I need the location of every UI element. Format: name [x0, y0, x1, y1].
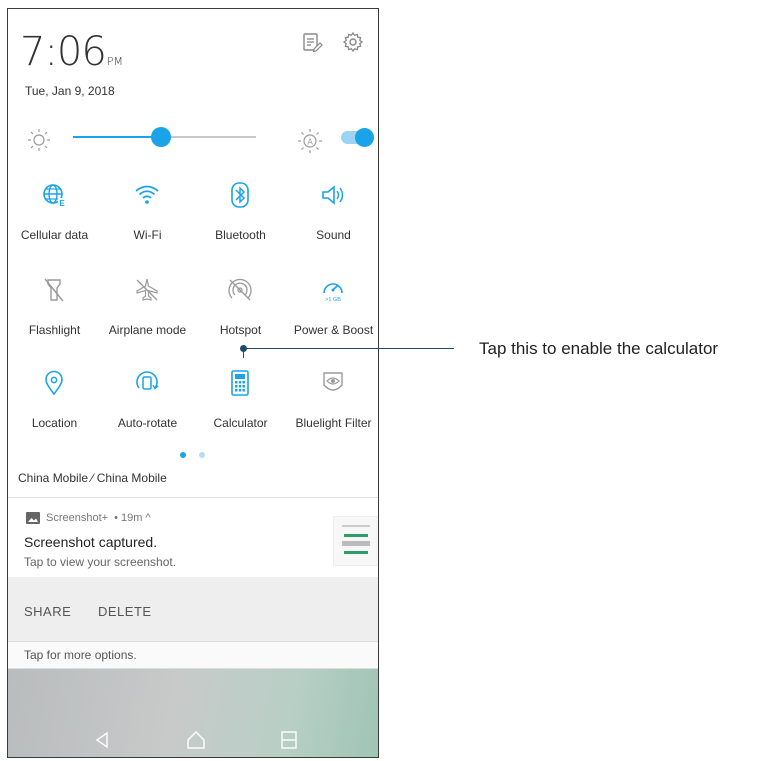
auto-brightness-icon: A: [298, 129, 322, 153]
location-icon: [45, 370, 63, 396]
svg-text:A: A: [307, 138, 313, 147]
callout-text: Tap this to enable the calculator: [479, 339, 719, 358]
calculator-icon: [231, 370, 249, 396]
tile-label: Power & Boost: [293, 323, 374, 337]
carrier-label: China Mobile ⁄ China Mobile: [18, 471, 167, 485]
settings-gear-icon[interactable]: [342, 31, 364, 53]
page-indicator[interactable]: [199, 452, 205, 458]
bluetooth-icon: [231, 182, 249, 208]
flashlight-icon: [44, 278, 64, 302]
tile-bluelight-filter[interactable]: Bluelight Filter: [287, 370, 378, 460]
clock: 7:06PM: [20, 29, 123, 75]
back-icon[interactable]: [92, 729, 114, 751]
tile-label: Hotspot: [219, 323, 262, 337]
tile-wifi[interactable]: Wi-Fi: [101, 182, 194, 272]
tile-flashlight[interactable]: Flashlight: [8, 277, 101, 367]
notification-app-name: Screenshot+: [46, 512, 109, 524]
image-icon: [26, 512, 40, 524]
notification-age: • 19m ^: [114, 512, 151, 524]
cellular-data-icon: E: [43, 184, 66, 208]
tile-label: Sound: [316, 228, 351, 242]
home-icon[interactable]: [185, 729, 207, 751]
hotspot-icon: [228, 278, 252, 301]
svg-text:>1 GB: >1 GB: [325, 297, 341, 303]
navigation-bar: [8, 669, 378, 757]
screenshot-thumbnail[interactable]: [333, 516, 378, 566]
share-button[interactable]: SHARE: [24, 604, 71, 619]
tile-calculator[interactable]: Calculator: [194, 370, 287, 460]
wifi-icon: [135, 185, 159, 204]
recents-icon[interactable]: [278, 729, 300, 751]
auto-rotate-icon: [136, 371, 159, 390]
tile-label: Cellular data: [20, 228, 89, 242]
bluelight-filter-icon: [323, 372, 343, 391]
tile-power-boost[interactable]: >1 GB Power & Boost: [287, 277, 378, 367]
tile-label: Auto-rotate: [117, 416, 178, 430]
brightness-slider[interactable]: [73, 127, 256, 147]
toggle-knob: [355, 128, 374, 147]
callout-line: [243, 348, 454, 349]
thumbnail-preview-icon: [342, 525, 370, 554]
divider: [8, 497, 378, 498]
date: Tue, Jan 9, 2018: [25, 84, 115, 98]
tile-bluetooth[interactable]: Bluetooth: [194, 182, 287, 272]
tile-label: Calculator: [213, 416, 268, 430]
notification-text: Tap to view your screenshot.: [24, 555, 177, 569]
notification-actions: SHARE DELETE: [8, 577, 378, 641]
svg-text:E: E: [59, 199, 65, 208]
tile-auto-rotate[interactable]: Auto-rotate: [101, 370, 194, 460]
brightness-slider-fill: [73, 136, 161, 138]
tile-airplane-mode[interactable]: Airplane mode: [101, 277, 194, 367]
tile-label: Flashlight: [28, 323, 81, 337]
more-options-bar[interactable]: Tap for more options.: [8, 641, 378, 669]
tile-sound[interactable]: Sound: [287, 182, 378, 272]
airplane-icon: [136, 278, 158, 301]
tile-label: Airplane mode: [108, 323, 187, 337]
tile-label: Location: [31, 416, 78, 430]
delete-button[interactable]: DELETE: [98, 604, 152, 619]
notification-header[interactable]: Screenshot+ • 19m ^: [26, 512, 151, 524]
brightness-icon: [28, 129, 50, 151]
edit-tiles-icon[interactable]: [301, 31, 323, 53]
clock-ampm: PM: [106, 55, 123, 68]
more-options-text: Tap for more options.: [24, 648, 137, 662]
tile-cellular-data[interactable]: E Cellular data: [8, 182, 101, 272]
tile-label: Bluelight Filter: [295, 416, 372, 430]
tile-label: Wi-Fi: [133, 228, 162, 242]
notification-title: Screenshot captured.: [24, 534, 158, 550]
page-indicator-active: [180, 452, 186, 458]
callout-anchor-dot: [240, 345, 247, 352]
clock-time: 7:06: [20, 29, 107, 75]
phone-screen: 7:06PM Tue, Jan 9, 2018 A E Cellular dat…: [7, 8, 379, 758]
brightness-slider-thumb[interactable]: [150, 127, 171, 147]
tile-label: Bluetooth: [215, 228, 266, 242]
tile-location[interactable]: Location: [8, 370, 101, 460]
sound-icon: [322, 185, 344, 205]
power-boost-icon: >1 GB: [323, 283, 343, 303]
tile-hotspot[interactable]: Hotspot: [194, 277, 287, 367]
auto-brightness-toggle[interactable]: [339, 128, 375, 147]
